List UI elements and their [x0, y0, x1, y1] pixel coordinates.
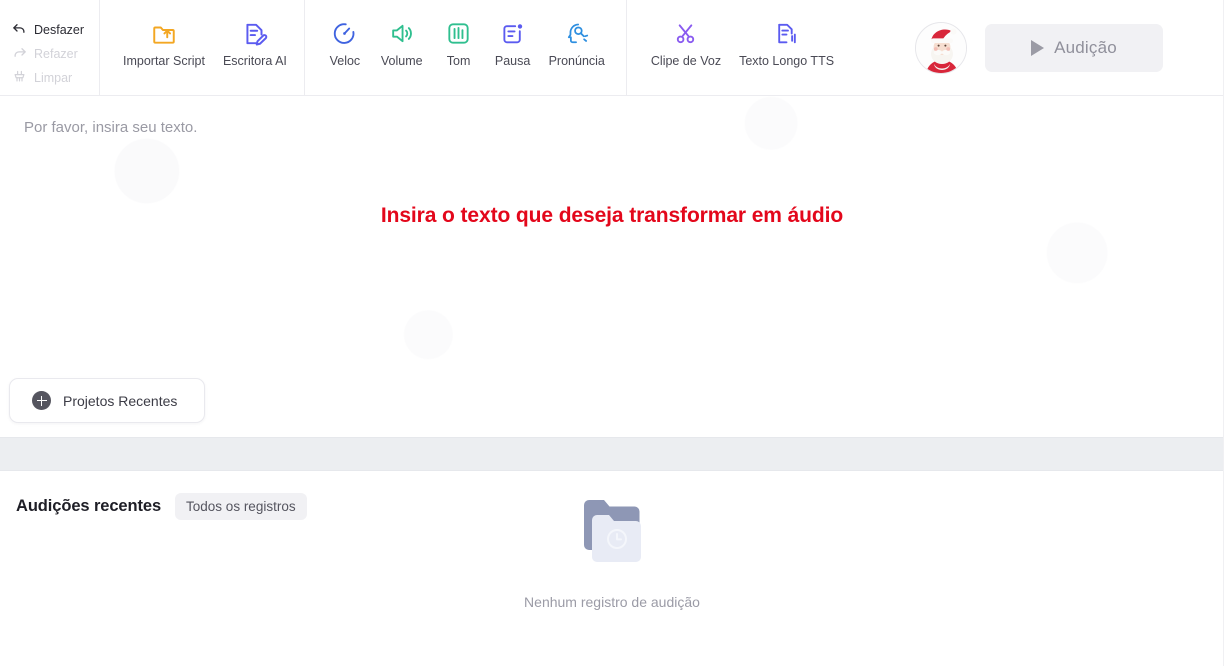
tool-group-import: Importar Script Escritora AI — [100, 0, 304, 96]
play-icon — [1031, 39, 1045, 56]
tool-group-voice: Veloc Volume Tom Pausa Pronúncia — [305, 0, 626, 96]
tool-label: Importar Script — [123, 53, 205, 68]
long-text-tts-icon — [773, 21, 801, 47]
tool-escritora-ai[interactable]: Escritora AI — [214, 21, 296, 68]
editor-placeholder: Por favor, insira seu texto. — [24, 119, 198, 136]
stopwatch-icon — [331, 21, 359, 47]
recent-projects-button[interactable]: Projetos Recentes — [9, 378, 205, 423]
clear-label: Limpar — [34, 71, 73, 85]
main-toolbar: Desfazer Refazer Limpar Importar Script … — [0, 0, 1224, 96]
audition-button[interactable]: Audição — [985, 23, 1163, 72]
folder-upload-icon — [150, 21, 178, 47]
pause-note-icon — [499, 21, 527, 47]
audition-label: Audição — [1054, 37, 1117, 57]
tool-label: Volume — [380, 53, 423, 68]
section-divider — [0, 437, 1224, 471]
tool-tom[interactable]: Tom — [432, 21, 486, 68]
scissors-icon — [672, 21, 700, 47]
tool-label: Clipe de Voz — [650, 53, 722, 68]
speaker-icon — [388, 21, 416, 47]
recent-projects-label: Projetos Recentes — [63, 392, 178, 409]
tool-veloc[interactable]: Veloc — [318, 21, 372, 68]
tool-label: Veloc — [329, 53, 361, 68]
tool-label: Pronúncia — [548, 53, 605, 68]
document-pencil-icon — [241, 21, 269, 47]
equalizer-icon — [445, 21, 473, 47]
redo-label: Refazer — [34, 47, 78, 61]
empty-state: Nenhum registro de audição — [0, 493, 1224, 610]
text-editor-area[interactable]: Por favor, insira seu texto. Insira o te… — [0, 96, 1224, 437]
redo-button[interactable]: Refazer — [12, 45, 99, 65]
history-controls: Desfazer Refazer Limpar — [0, 0, 100, 96]
plus-icon — [32, 391, 51, 410]
tool-group-clip: Clipe de Voz Texto Longo TTS — [627, 0, 857, 96]
app-window: Desfazer Refazer Limpar Importar Script … — [0, 0, 1224, 666]
tool-clipe-de-voz[interactable]: Clipe de Voz — [642, 21, 730, 68]
pronunciation-head-icon — [563, 21, 591, 47]
tool-volume[interactable]: Volume — [372, 21, 432, 68]
empty-state-label: Nenhum registro de audição — [524, 594, 700, 610]
empty-folder-clock-icon — [566, 493, 658, 574]
toolbar-right-zone: Audição — [915, 0, 1224, 96]
tool-label: Escritora AI — [222, 53, 287, 68]
tool-label: Tom — [446, 53, 471, 68]
undo-arrow-icon — [12, 21, 27, 40]
tool-importar-script[interactable]: Importar Script — [114, 21, 214, 68]
annotation-text: Insira o texto que deseja transformar em… — [380, 204, 844, 227]
recent-auditions-panel: Audições recentes Todos os registros Nen… — [0, 471, 1224, 666]
tool-label: Pausa — [494, 53, 531, 68]
santa-claus-avatar[interactable] — [915, 21, 967, 74]
broom-icon — [12, 69, 27, 88]
tool-label: Texto Longo TTS — [739, 53, 835, 68]
undo-label: Desfazer — [34, 23, 85, 37]
tool-pausa[interactable]: Pausa — [486, 21, 540, 68]
tool-pronuncia[interactable]: Pronúncia — [540, 21, 614, 68]
clear-button[interactable]: Limpar — [12, 69, 99, 89]
redo-arrow-icon — [12, 45, 27, 64]
undo-button[interactable]: Desfazer — [12, 21, 99, 41]
tool-texto-longo-tts[interactable]: Texto Longo TTS — [730, 21, 843, 68]
